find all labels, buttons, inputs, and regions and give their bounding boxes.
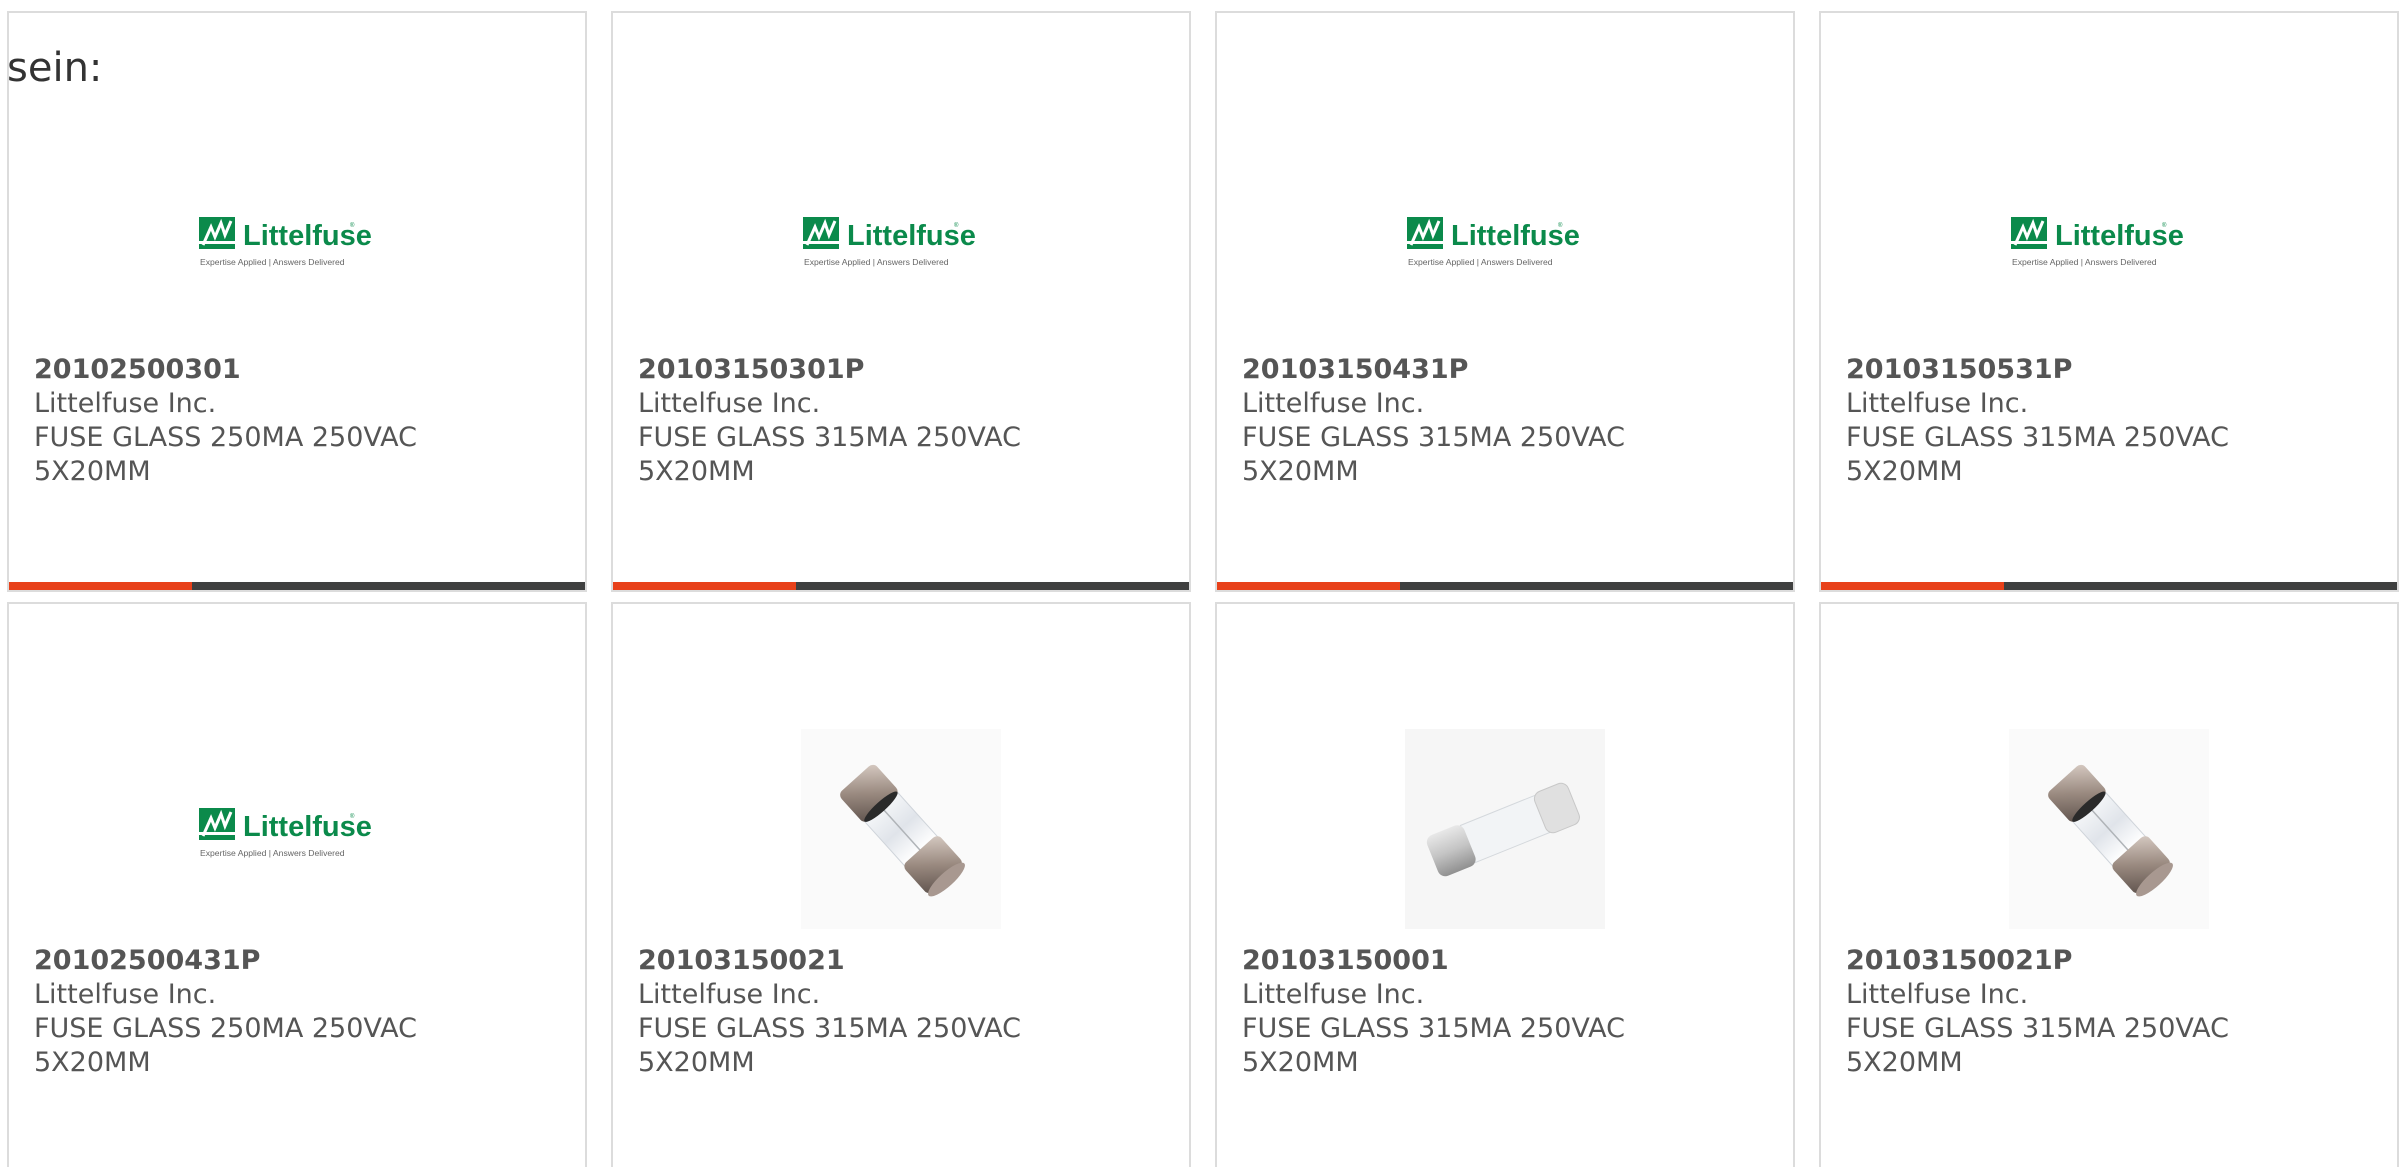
part-number[interactable]: 20102500301 [34, 353, 454, 387]
product-image[interactable]: Littelfuse ® Expertise Applied | Answers D… [1405, 138, 1605, 338]
product-image[interactable] [2009, 729, 2209, 929]
part-number[interactable]: 20103150021P [1846, 944, 2266, 978]
part-number[interactable]: 20103150021 [638, 944, 1058, 978]
card-bar-accent [1821, 582, 2004, 590]
part-number[interactable]: 20102500431P [34, 944, 454, 978]
logo-tagline: Expertise Applied | Answers Delivered [1408, 257, 1553, 267]
svg-text:®: ® [1558, 222, 1563, 229]
product-description: FUSE GLASS 315MA 250VAC 5X20MM [638, 422, 1021, 487]
product-description: FUSE GLASS 315MA 250VAC 5X20MM [1846, 422, 2229, 487]
manufacturer-name: Littelfuse Inc. [34, 388, 217, 419]
page: sein: Littelfuse ® Expertise Applied | Ans… [0, 0, 2400, 1167]
product-description: FUSE GLASS 315MA 250VAC 5X20MM [1242, 422, 1625, 487]
card-bottom-bar [1217, 582, 1793, 590]
logo-tagline: Expertise Applied | Answers Delivered [2012, 257, 2157, 267]
product-card-6[interactable]: 20103150021 Littelfuse Inc. FUSE GLASS 3… [611, 602, 1191, 1167]
fuse-photo-icon [1405, 729, 1605, 929]
card-bottom-bar [9, 582, 585, 590]
product-image[interactable] [1405, 729, 1605, 929]
card-bar-accent [1217, 582, 1400, 590]
product-description: FUSE GLASS 315MA 250VAC 5X20MM [1242, 1013, 1625, 1078]
littelfuse-logo-icon [199, 808, 235, 840]
fuse-photo-icon [801, 729, 1001, 929]
product-card-3[interactable]: Littelfuse ® Expertise Applied | Answers D… [1215, 11, 1795, 592]
card-bar-accent [9, 582, 192, 590]
part-number[interactable]: 20103150531P [1846, 353, 2266, 387]
littelfuse-logo: Littelfuse®Expertise Applied | Answers D… [803, 217, 976, 267]
product-image[interactable]: Littelfuse ® Expertise Applied | Answers D… [197, 138, 397, 338]
product-card-8[interactable]: 20103150021P Littelfuse Inc. FUSE GLASS … [1819, 602, 2399, 1167]
littelfuse-logo: Littelfuse®Expertise Applied | Answers D… [2011, 217, 2184, 267]
product-info: 20103150301P Littelfuse Inc. FUSE GLASS … [638, 353, 1058, 489]
littelfuse-logo-icon [2011, 217, 2047, 249]
card-bar-accent [613, 582, 796, 590]
product-card-1[interactable]: Littelfuse ® Expertise Applied | Answers D… [7, 11, 587, 592]
logo-tagline: Expertise Applied | Answers Delivered [200, 257, 345, 267]
product-info: 20102500431P Littelfuse Inc. FUSE GLASS … [34, 944, 454, 1080]
manufacturer-name: Littelfuse Inc. [638, 979, 821, 1010]
littelfuse-logo-icon [1407, 217, 1443, 249]
product-info: 20103150021P Littelfuse Inc. FUSE GLASS … [1846, 944, 2266, 1080]
product-image[interactable] [801, 729, 1001, 929]
littelfuse-logo: Littelfuse®Expertise Applied | Answers D… [1407, 217, 1580, 267]
manufacturer-name: Littelfuse Inc. [1846, 979, 2029, 1010]
manufacturer-name: Littelfuse Inc. [1242, 979, 1425, 1010]
part-number[interactable]: 20103150301P [638, 353, 1058, 387]
product-image[interactable]: Littelfuse ® Expertise Applied | Answers D… [801, 138, 1001, 338]
intro-text: sein: [7, 45, 103, 91]
logo-tagline: Expertise Applied | Answers Delivered [804, 257, 949, 267]
product-description: FUSE GLASS 315MA 250VAC 5X20MM [1846, 1013, 2229, 1078]
manufacturer-name: Littelfuse Inc. [34, 979, 217, 1010]
fuse-photo-icon [2009, 729, 2209, 929]
manufacturer-name: Littelfuse Inc. [1846, 388, 2029, 419]
littelfuse-logo-icon [803, 217, 839, 249]
product-info: 20103150531P Littelfuse Inc. FUSE GLASS … [1846, 353, 2266, 489]
product-card-4[interactable]: Littelfuse ® Expertise Applied | Answers D… [1819, 11, 2399, 592]
logo-tagline: Expertise Applied | Answers Delivered [200, 848, 345, 858]
part-number[interactable]: 20103150431P [1242, 353, 1662, 387]
product-info: 20102500301 Littelfuse Inc. FUSE GLASS 2… [34, 353, 454, 489]
product-image[interactable]: Littelfuse ® Expertise Applied | Answers D… [197, 729, 397, 929]
product-grid: Littelfuse ® Expertise Applied | Answers D… [7, 11, 2399, 1167]
product-card-7[interactable]: 20103150001 Littelfuse Inc. FUSE GLASS 3… [1215, 602, 1795, 1167]
product-card-2[interactable]: Littelfuse ® Expertise Applied | Answers D… [611, 11, 1191, 592]
card-bottom-bar [613, 582, 1189, 590]
svg-text:®: ® [2162, 222, 2167, 229]
littelfuse-logo-icon [199, 217, 235, 249]
product-info: 20103150021 Littelfuse Inc. FUSE GLASS 3… [638, 944, 1058, 1080]
card-bottom-bar [1821, 582, 2397, 590]
product-card-5[interactable]: Littelfuse ® Expertise Applied | Answers D… [7, 602, 587, 1167]
product-description: FUSE GLASS 250MA 250VAC 5X20MM [34, 1013, 417, 1078]
product-description: FUSE GLASS 250MA 250VAC 5X20MM [34, 422, 417, 487]
part-number[interactable]: 20103150001 [1242, 944, 1662, 978]
svg-text:®: ® [350, 813, 355, 820]
product-image[interactable]: Littelfuse ® Expertise Applied | Answers D… [2009, 138, 2209, 338]
manufacturer-name: Littelfuse Inc. [638, 388, 821, 419]
littelfuse-logo: Littelfuse®Expertise Applied | Answers D… [199, 217, 372, 267]
svg-text:®: ® [954, 222, 959, 229]
product-info: 20103150431P Littelfuse Inc. FUSE GLASS … [1242, 353, 1662, 489]
manufacturer-name: Littelfuse Inc. [1242, 388, 1425, 419]
littelfuse-logo: Littelfuse®Expertise Applied | Answers D… [199, 808, 372, 858]
product-info: 20103150001 Littelfuse Inc. FUSE GLASS 3… [1242, 944, 1662, 1080]
svg-text:®: ® [350, 222, 355, 229]
product-description: FUSE GLASS 315MA 250VAC 5X20MM [638, 1013, 1021, 1078]
